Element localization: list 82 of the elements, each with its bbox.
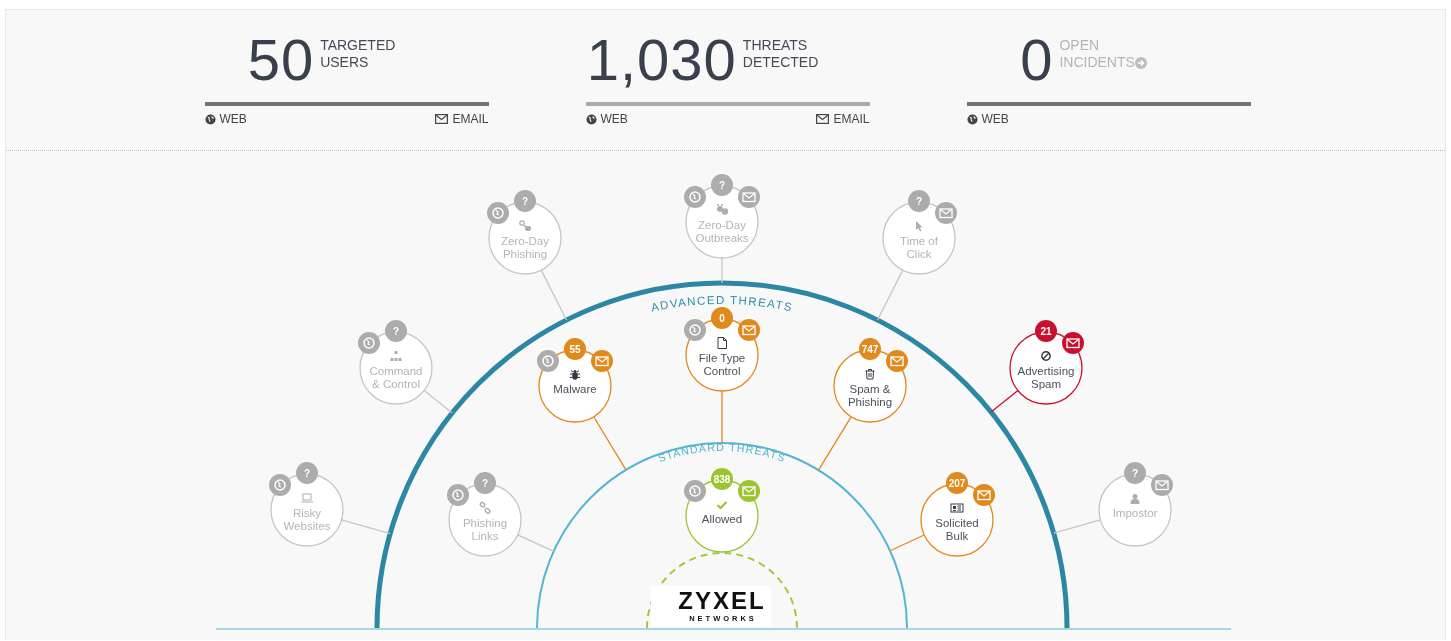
stat-label: OPEN INCIDENTS [1059, 37, 1135, 71]
count-badge: 0 [711, 307, 733, 329]
count-badge: 207 [946, 472, 968, 494]
connector-line [517, 534, 555, 552]
node-label: Time of Click [900, 235, 938, 260]
globe-icon [585, 113, 597, 125]
node-label: Zero-Day Phishing [501, 235, 549, 260]
node-label: File Type Control [698, 352, 746, 377]
hook-icon [519, 220, 531, 231]
email-badge[interactable] [1062, 332, 1084, 354]
node-label: Spam & Phishing [847, 383, 893, 408]
connector-line [876, 269, 904, 321]
node-label: Zero-Day Outbreaks [695, 219, 749, 244]
web-badge[interactable] [684, 319, 706, 341]
web-badge[interactable] [358, 332, 380, 354]
cursor-icon [916, 221, 923, 232]
email-badge[interactable] [886, 350, 908, 372]
web-badge[interactable] [447, 484, 469, 506]
logo-wordmark: ZYXEL [678, 587, 766, 614]
node-label: Command & Control [369, 365, 423, 390]
trash-icon [865, 369, 875, 380]
stat-value: 0 [1020, 31, 1054, 89]
connector-line [990, 389, 1019, 413]
stat-label: THREATS DETECTED [742, 37, 819, 71]
email-badge[interactable] [591, 350, 613, 372]
count-badge: ? [711, 174, 733, 196]
check-icon [716, 501, 728, 510]
count-badge: 21 [1035, 320, 1057, 342]
count-badge: ? [296, 462, 318, 484]
globe-icon [204, 113, 216, 125]
connector-line [889, 534, 925, 552]
node-label: Impostor [1112, 507, 1158, 519]
email-badge[interactable] [738, 319, 760, 341]
count-badge: 55 [564, 338, 586, 360]
document-icon [717, 337, 727, 349]
link-icon [478, 501, 492, 515]
person-icon [1130, 494, 1140, 504]
count-badge: ? [1124, 462, 1146, 484]
node-label: Allowed [701, 513, 743, 525]
stat-value: 50 [247, 31, 315, 89]
count-badge: ? [908, 190, 930, 212]
arrow-circle-icon[interactable] [1134, 57, 1147, 69]
envelope-icon [816, 114, 830, 124]
connector-line [817, 416, 852, 471]
node-label: Solicited Bulk [935, 517, 979, 542]
stat-label: TARGETED USERS [320, 37, 396, 71]
count-badge: ? [385, 320, 407, 342]
connector-line [1053, 519, 1102, 534]
hierarchy-icon [390, 351, 402, 361]
source-label[interactable]: EMAIL [833, 112, 870, 126]
web-badge[interactable] [269, 474, 291, 496]
globe-icon [966, 113, 978, 125]
source-label[interactable]: WEB [600, 112, 628, 126]
connector-line [721, 390, 723, 444]
connector-line [593, 416, 627, 471]
laptop-icon [300, 493, 314, 503]
count-badge: 747 [859, 338, 881, 360]
stat-value: 1,030 [586, 31, 737, 89]
web-badge[interactable] [537, 350, 559, 372]
newspaper-icon [950, 503, 964, 513]
source-label[interactable]: WEB [981, 112, 1009, 126]
block-icon [1041, 351, 1051, 361]
node-label: Advertising Spam [1017, 365, 1075, 390]
web-badge[interactable] [684, 186, 706, 208]
node-label: Risky Websites [283, 507, 331, 532]
connector-line [423, 389, 453, 414]
count-badge: 838 [711, 468, 733, 490]
web-badge[interactable] [487, 202, 509, 224]
connector-line [721, 257, 723, 284]
source-label[interactable]: EMAIL [452, 112, 489, 126]
connector-line [540, 269, 568, 321]
email-badge[interactable] [973, 484, 995, 506]
count-badge: ? [514, 190, 536, 212]
virus-icon [717, 204, 729, 215]
bug-icon [569, 369, 581, 380]
node-label: Malware [553, 383, 597, 395]
connector-line [341, 519, 391, 535]
source-label[interactable]: WEB [219, 112, 247, 126]
web-badge[interactable] [684, 480, 706, 502]
node-label: Phishing Links [462, 517, 508, 542]
envelope-icon [435, 114, 449, 124]
count-badge: ? [474, 472, 496, 494]
